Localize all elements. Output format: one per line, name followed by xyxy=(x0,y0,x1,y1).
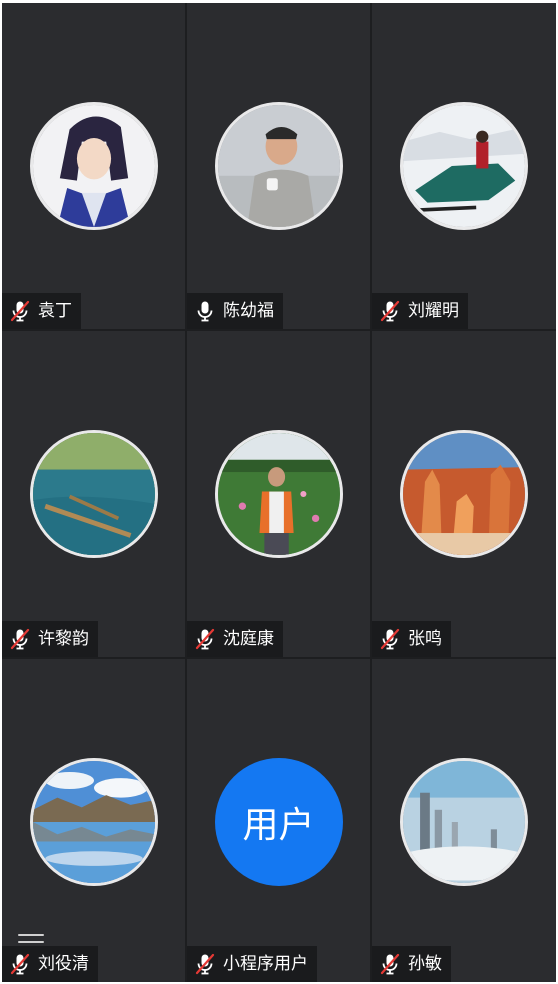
nameplate: 张鸣 xyxy=(372,621,451,657)
nameplate: 刘役清 xyxy=(2,946,98,982)
participant-tile[interactable]: 许黎韵 xyxy=(2,331,185,657)
participant-grid: 袁丁 陈幼福 刘耀明 许黎韵 沈庭康 张鸣 刘役清 用户 小程序用户 孙敏 xyxy=(2,3,556,982)
participant-name: 许黎韵 xyxy=(38,629,89,649)
avatar xyxy=(29,102,158,230)
microphone-muted-icon[interactable] xyxy=(8,952,32,976)
participant-name: 刘耀明 xyxy=(408,301,459,321)
microphone-muted-icon[interactable] xyxy=(193,952,217,976)
participant-name: 小程序用户 xyxy=(223,954,308,974)
microphone-muted-icon[interactable] xyxy=(378,299,402,323)
participant-tile[interactable]: 沈庭康 xyxy=(187,331,370,657)
participant-name: 陈幼福 xyxy=(223,301,274,321)
nameplate: 许黎韵 xyxy=(2,621,98,657)
avatar xyxy=(214,430,343,558)
microphone-icon[interactable] xyxy=(193,299,217,323)
nameplate: 陈幼福 xyxy=(187,293,283,329)
nameplate: 刘耀明 xyxy=(372,293,468,329)
participant-tile[interactable]: 陈幼福 xyxy=(187,3,370,329)
avatar: 用户 xyxy=(214,758,343,886)
avatar xyxy=(29,430,158,558)
avatar xyxy=(29,758,158,886)
nameplate: 小程序用户 xyxy=(187,946,317,982)
microphone-muted-icon[interactable] xyxy=(193,627,217,651)
microphone-muted-icon[interactable] xyxy=(378,952,402,976)
microphone-muted-icon[interactable] xyxy=(8,299,32,323)
nameplate: 袁丁 xyxy=(2,293,81,329)
avatar xyxy=(400,758,528,886)
participant-tile[interactable]: 刘耀明 xyxy=(372,3,556,329)
participant-tile[interactable]: 张鸣 xyxy=(372,331,556,657)
participant-tile[interactable]: 孙敏 xyxy=(372,659,556,982)
microphone-muted-icon[interactable] xyxy=(378,627,402,651)
participant-name: 袁丁 xyxy=(38,301,72,321)
microphone-muted-icon[interactable] xyxy=(8,627,32,651)
nameplate: 沈庭康 xyxy=(187,621,283,657)
avatar xyxy=(214,102,343,230)
nameplate: 孙敏 xyxy=(372,946,451,982)
participant-name: 孙敏 xyxy=(408,954,442,974)
participant-name: 沈庭康 xyxy=(223,629,274,649)
participant-tile[interactable]: 刘役清 xyxy=(2,659,185,982)
avatar xyxy=(400,430,528,558)
menu-line xyxy=(18,934,44,936)
avatar xyxy=(400,102,528,230)
participant-name: 刘役清 xyxy=(38,954,89,974)
menu-line xyxy=(18,941,44,943)
participant-tile[interactable]: 用户 小程序用户 xyxy=(187,659,370,982)
participant-name: 张鸣 xyxy=(408,629,442,649)
participant-tile[interactable]: 袁丁 xyxy=(2,3,185,329)
